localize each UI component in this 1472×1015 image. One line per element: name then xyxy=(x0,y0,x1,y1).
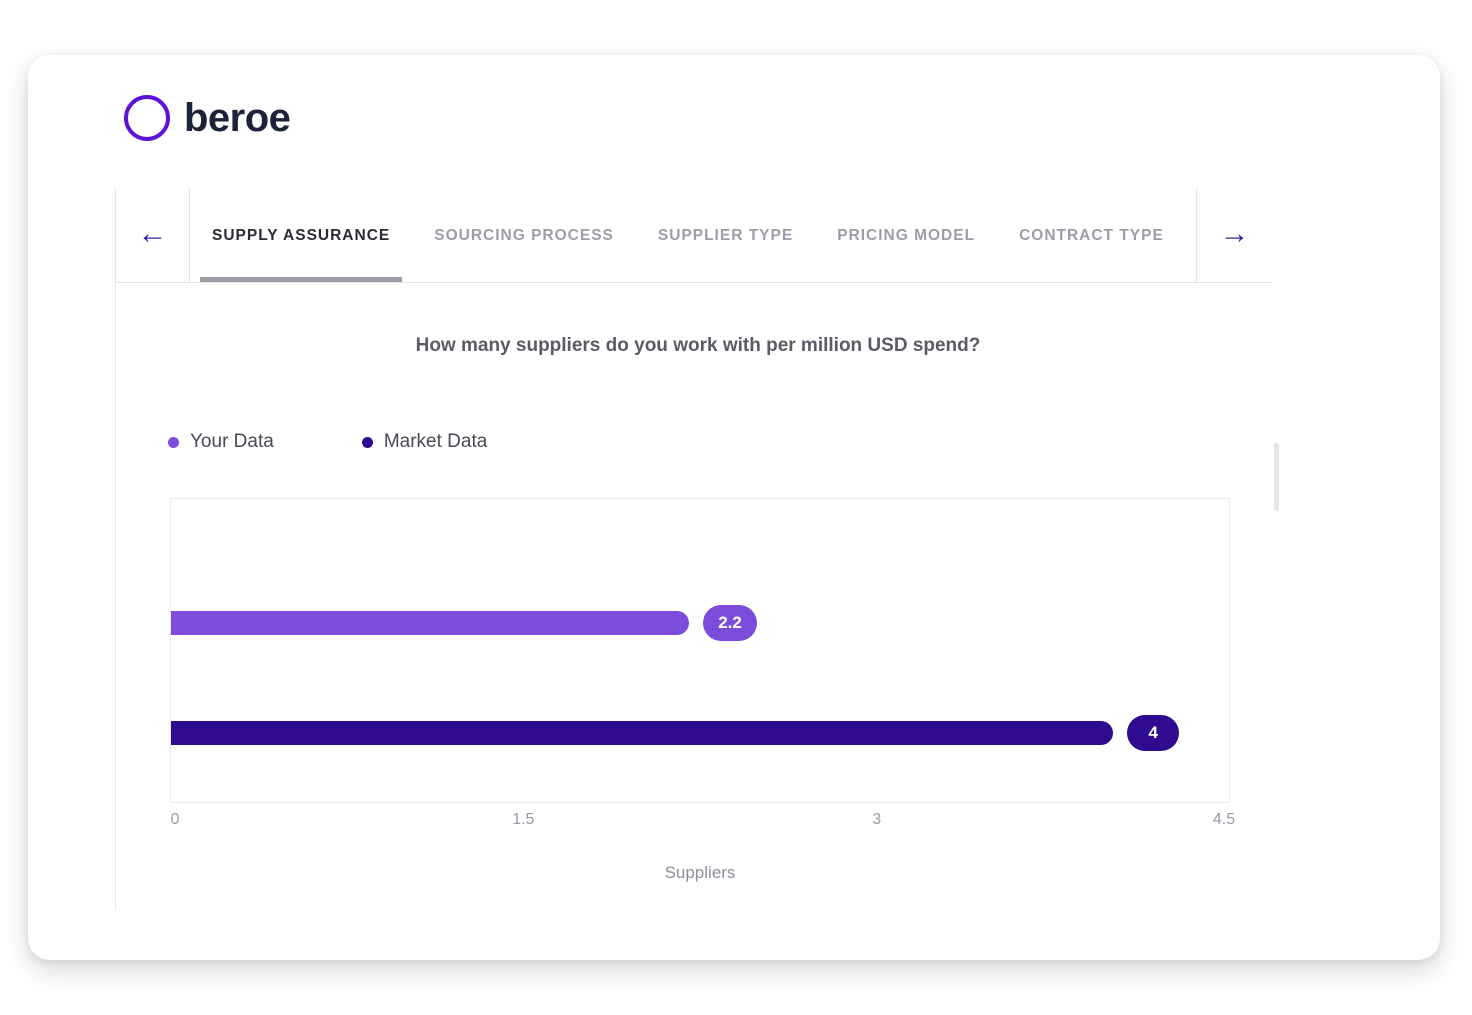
tab-label: PRICING MODEL xyxy=(837,227,975,245)
x-axis-tick-label: 3 xyxy=(872,811,881,829)
bar-your-data[interactable] xyxy=(171,611,689,635)
x-axis-ticks: 01.534.5 xyxy=(170,811,1230,835)
tab-list: SUPPLY ASSURANCE SOURCING PROCESS SUPPLI… xyxy=(190,188,1196,283)
arrow-right-icon: → xyxy=(1220,219,1250,249)
x-axis-tick-label: 0 xyxy=(171,811,180,829)
brand-name: beroe xyxy=(184,98,290,138)
tab-bar-divider xyxy=(115,282,1272,283)
tab-label: SUPPLY ASSURANCE xyxy=(212,227,390,245)
tab-supply-assurance[interactable]: SUPPLY ASSURANCE xyxy=(190,188,412,283)
tab-pricing-model[interactable]: PRICING MODEL xyxy=(815,188,997,283)
content-left-divider xyxy=(115,283,116,910)
tab-contract-type[interactable]: CONTRACT TYPE xyxy=(997,188,1186,283)
legend-dot-icon xyxy=(168,437,179,448)
tab-label: SUPPLIER TYPE xyxy=(658,227,793,245)
legend-label: Your Data xyxy=(190,431,274,453)
tab-label: SOURCING PROCESS xyxy=(434,227,614,245)
tabs-next-button[interactable]: → xyxy=(1196,188,1272,283)
tab-sourcing-process[interactable]: SOURCING PROCESS xyxy=(412,188,636,283)
legend-dot-icon xyxy=(362,437,373,448)
legend-item-market-data[interactable]: Market Data xyxy=(362,431,487,453)
tabs-prev-button[interactable]: ← xyxy=(116,188,190,283)
tab-supplier-type[interactable]: SUPPLIER TYPE xyxy=(636,188,815,283)
tab-label: CONTRACT TYPE xyxy=(1019,227,1164,245)
bar-row: 4 xyxy=(171,721,1179,745)
app-card: beroe ← SUPPLY ASSURANCE SOURCING PROCES… xyxy=(28,55,1440,960)
bar-value-label: 4 xyxy=(1127,715,1179,751)
x-axis-tick-label: 1.5 xyxy=(512,811,534,829)
x-axis-label: Suppliers xyxy=(170,863,1230,883)
tab-bar: ← SUPPLY ASSURANCE SOURCING PROCESS SUPP… xyxy=(115,188,1272,283)
legend-item-your-data[interactable]: Your Data xyxy=(168,431,274,453)
chart-title: How many suppliers do you work with per … xyxy=(168,335,1228,357)
bar-value-label: 2.2 xyxy=(703,605,757,641)
bar-row: 2.2 xyxy=(171,611,757,635)
circle-ring-icon xyxy=(124,95,170,141)
bar-market-data[interactable] xyxy=(171,721,1113,745)
vertical-scrollbar[interactable] xyxy=(1274,443,1279,511)
chart-legend: Your Data Market Data xyxy=(168,431,487,453)
x-axis-tick-label: 4.5 xyxy=(1213,811,1235,829)
chart-plot-area: 2.2 4 xyxy=(170,498,1230,803)
brand-logo: beroe xyxy=(124,95,290,141)
legend-label: Market Data xyxy=(384,431,487,453)
arrow-left-icon: ← xyxy=(138,219,168,249)
